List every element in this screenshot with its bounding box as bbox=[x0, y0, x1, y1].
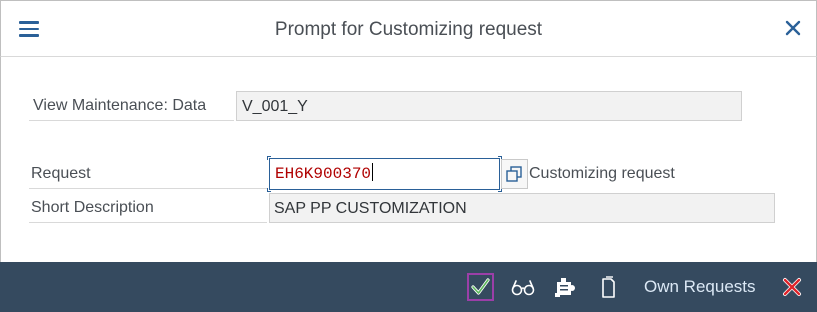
continue-button[interactable] bbox=[467, 273, 494, 301]
value-help-icon[interactable] bbox=[501, 159, 528, 189]
create-request-icon bbox=[555, 278, 575, 297]
view-maintenance-label: View Maintenance: Data bbox=[29, 91, 234, 121]
text-caret bbox=[372, 163, 374, 181]
request-label: Request bbox=[29, 159, 267, 189]
cancel-x-icon bbox=[783, 278, 801, 296]
display-button[interactable] bbox=[510, 273, 536, 301]
own-requests-button[interactable]: Own Requests bbox=[644, 277, 756, 297]
new-button[interactable] bbox=[597, 273, 619, 301]
close-icon[interactable] bbox=[784, 17, 802, 39]
focus-corner bbox=[267, 188, 271, 192]
request-input[interactable]: EH6K900370 bbox=[269, 158, 500, 190]
create-request-button[interactable] bbox=[553, 273, 577, 301]
checkmark-icon bbox=[471, 278, 490, 295]
dialog-title-bar: Prompt for Customizing request bbox=[0, 0, 817, 57]
short-description-label: Short Description bbox=[29, 193, 267, 223]
dialog-content: View Maintenance: Data V_001_Y Request E… bbox=[0, 57, 817, 262]
short-description-value: SAP PP CUSTOMIZATION bbox=[269, 193, 775, 223]
document-icon bbox=[602, 276, 615, 298]
focus-corner bbox=[267, 156, 271, 160]
footer-toolbar: Own Requests bbox=[0, 262, 817, 312]
glasses-icon bbox=[511, 280, 535, 296]
view-maintenance-value: V_001_Y bbox=[236, 91, 742, 121]
request-type-hint: Customizing request bbox=[529, 165, 675, 182]
cancel-button[interactable] bbox=[781, 273, 803, 301]
request-input-value: EH6K900370 bbox=[275, 165, 372, 183]
dialog-title: Prompt for Customizing request bbox=[274, 19, 543, 40]
